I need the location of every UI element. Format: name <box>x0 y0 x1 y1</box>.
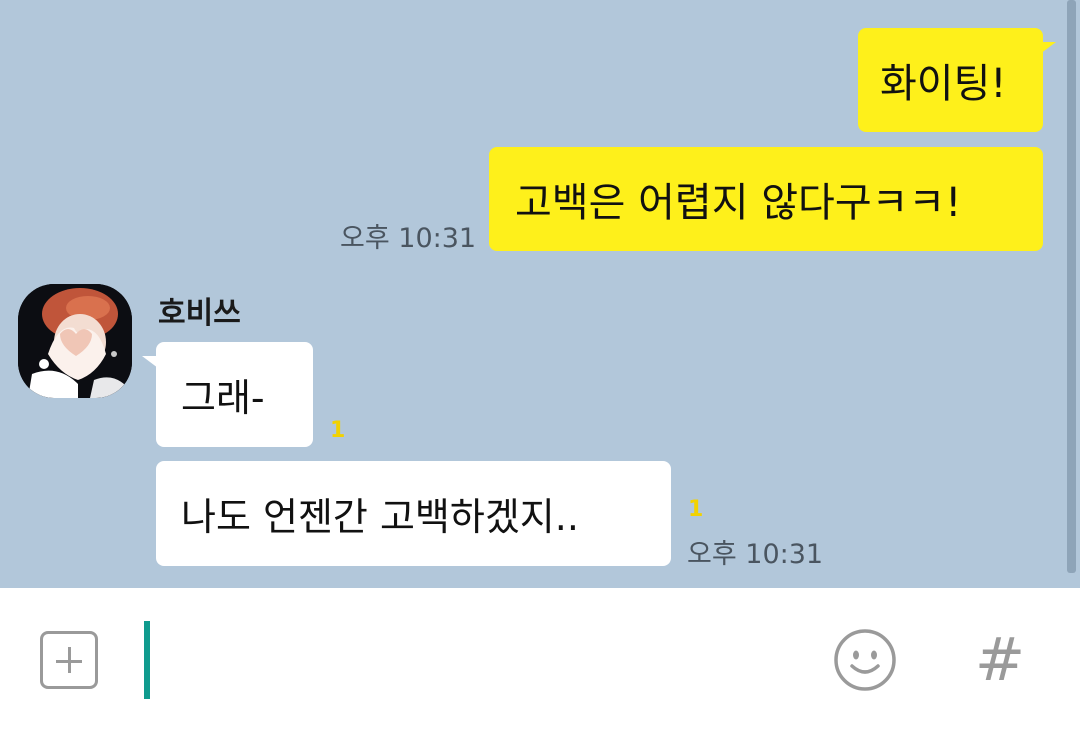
incoming-message-bubble[interactable]: 나도 언젠간 고백하겠지.. <box>156 461 671 566</box>
outgoing-message-bubble[interactable]: 고백은 어렵지 않다구ㅋㅋ! <box>489 147 1043 251</box>
unread-count: 1 <box>688 497 704 522</box>
text-cursor <box>144 621 150 699</box>
profile-photo <box>18 284 132 398</box>
message-input-bar: # <box>0 588 1080 733</box>
message-text: 그래- <box>181 376 265 420</box>
unread-count: 1 <box>330 418 346 443</box>
scrollbar[interactable] <box>1067 0 1076 573</box>
message-timestamp: 오후 10:31 <box>687 539 824 570</box>
hashtag-button[interactable]: # <box>974 624 1026 696</box>
chat-area[interactable]: 화이팅! 오후 10:31 고백은 어렵지 않다구ㅋㅋ! 호비쓰 그래- 1 나… <box>0 0 1080 588</box>
plus-square-icon[interactable] <box>40 631 98 689</box>
avatar[interactable] <box>18 284 132 398</box>
message-input[interactable] <box>156 628 796 692</box>
message-timestamp: 오후 10:31 <box>340 223 477 254</box>
message-text: 나도 언젠간 고백하겠지.. <box>181 495 579 539</box>
smiley-icon[interactable] <box>833 628 897 692</box>
incoming-message-bubble[interactable]: 그래- <box>142 342 313 447</box>
message-text: 화이팅! <box>880 61 1007 107</box>
sender-name: 호비쓰 <box>158 296 241 331</box>
message-text: 고백은 어렵지 않다구ㅋㅋ! <box>515 180 962 226</box>
outgoing-message-bubble[interactable]: 화이팅! <box>858 28 1056 132</box>
